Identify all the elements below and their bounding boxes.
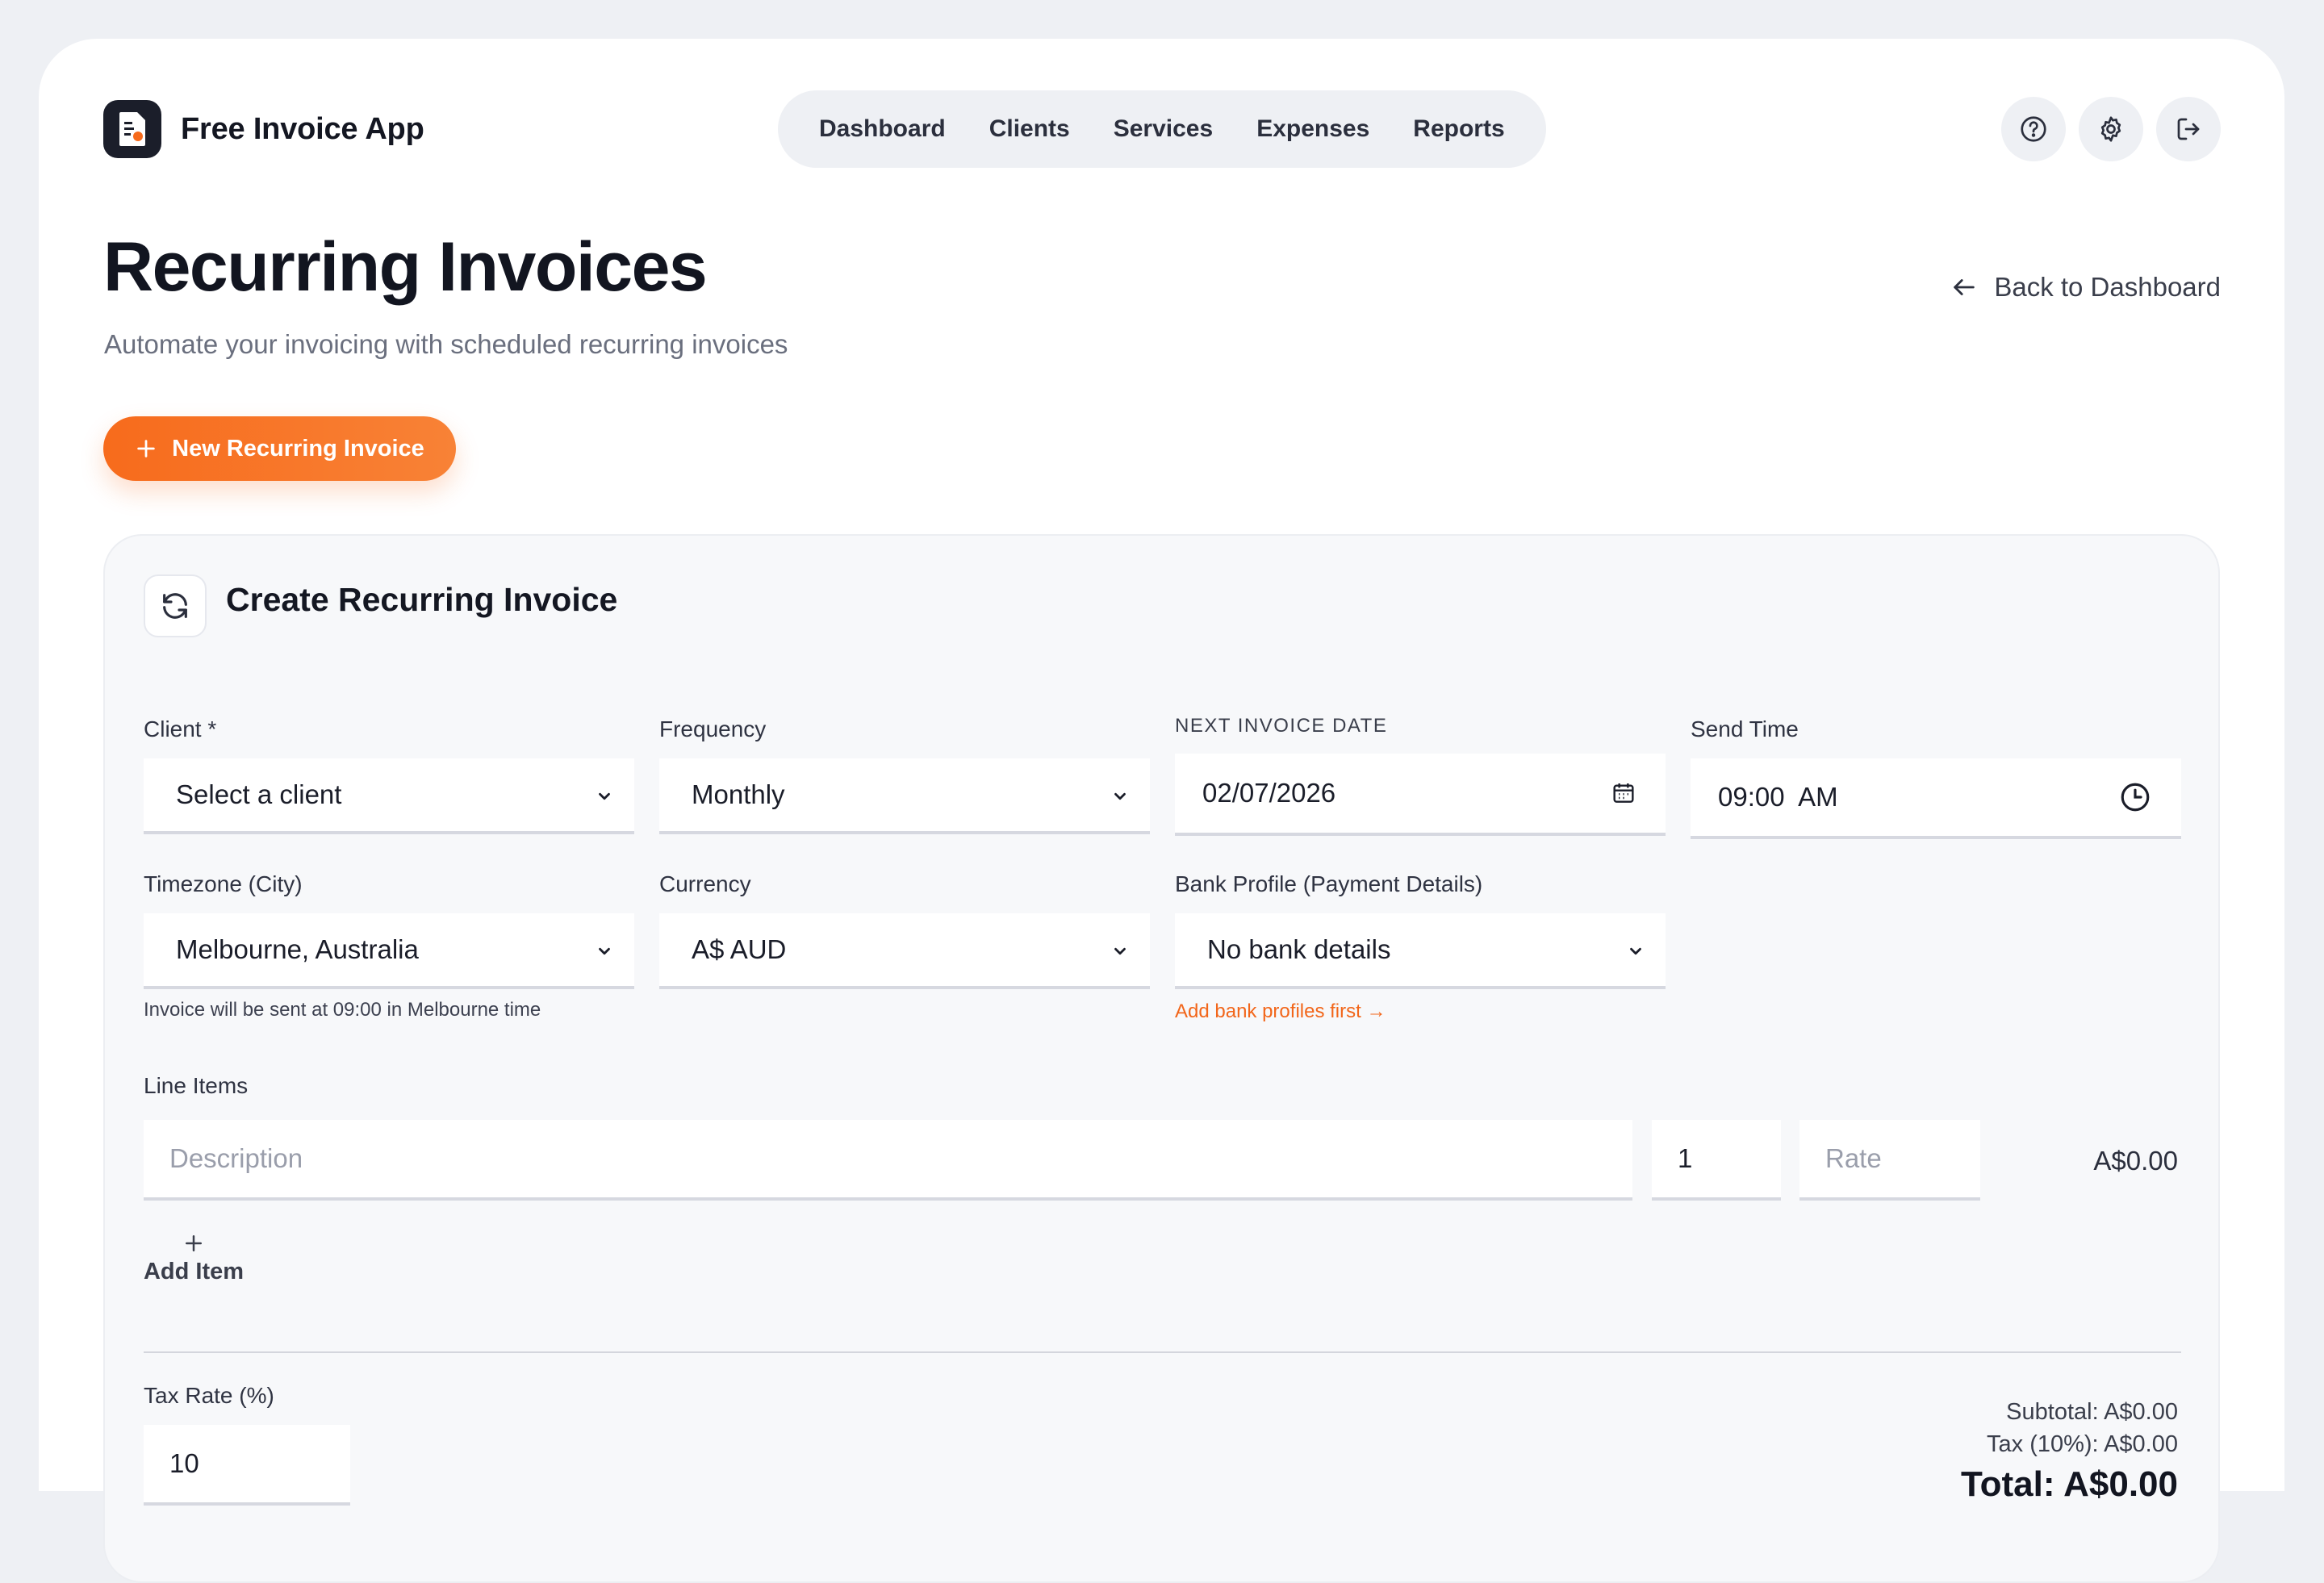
back-to-dashboard-link[interactable]: Back to Dashboard: [1950, 272, 2221, 303]
rate-placeholder: Rate: [1825, 1143, 1882, 1173]
section-divider: [144, 1351, 2181, 1353]
line-item-rate-input[interactable]: Rate: [1799, 1120, 1980, 1201]
plus-icon: [137, 440, 155, 457]
main-nav: Dashboard Clients Services Expenses Repo…: [778, 90, 1546, 168]
line-item-description-input[interactable]: Description: [144, 1120, 1632, 1201]
chevron-down-icon: [1114, 947, 1126, 955]
frequency-value: Monthly: [692, 779, 785, 809]
timezone-select[interactable]: Melbourne, Australia: [144, 913, 634, 989]
send-time-value: 09:00 AM: [1718, 782, 1838, 812]
back-link-label: Back to Dashboard: [1994, 272, 2221, 302]
tax-rate-label: Tax Rate (%): [144, 1383, 274, 1408]
chevron-down-icon: [599, 947, 610, 955]
timezone-helper: Invoice will be sent at 09:00 in Melbour…: [144, 999, 541, 1021]
add-item-button[interactable]: Add Item: [137, 1231, 250, 1285]
page-subtitle: Automate your invoicing with scheduled r…: [104, 329, 788, 359]
nav-clients[interactable]: Clients: [968, 90, 1092, 168]
grand-total: Total: A$0.00: [1961, 1464, 2178, 1504]
arrow-left-icon: [1954, 279, 1975, 295]
tax-total: Tax (10%): A$0.00: [1987, 1431, 2178, 1457]
client-select[interactable]: Select a client: [144, 758, 634, 834]
new-button-label: New Recurring Invoice: [172, 435, 424, 462]
send-time-input[interactable]: 09:00 AM: [1691, 758, 2181, 839]
line-items-label: Line Items: [144, 1073, 249, 1098]
bank-profile-select[interactable]: No bank details: [1175, 913, 1666, 989]
currency-select[interactable]: A$ AUD: [659, 913, 1150, 989]
tax-rate-input[interactable]: 10: [144, 1425, 350, 1506]
refresh-icon: [144, 574, 207, 637]
currency-value: A$ AUD: [692, 934, 787, 964]
settings-button[interactable]: [2079, 97, 2143, 161]
quantity-value: 1: [1678, 1143, 1693, 1173]
subtotal: Subtotal: A$0.00: [2006, 1399, 2178, 1425]
calendar-icon: [1613, 783, 1634, 803]
app-shell: Free Invoice App Dashboard Clients Servi…: [39, 39, 2284, 1583]
create-recurring-invoice-card: Create Recurring Invoice Client * Select…: [103, 534, 2220, 1583]
description-placeholder: Description: [169, 1143, 303, 1173]
logout-icon: [2177, 118, 2200, 140]
help-icon: [2021, 116, 2046, 142]
nav-dashboard[interactable]: Dashboard: [797, 90, 968, 168]
timezone-value: Melbourne, Australia: [176, 934, 419, 964]
tax-rate-value: 10: [169, 1448, 199, 1478]
timezone-label: Timezone (City): [144, 871, 303, 896]
client-label: Client *: [144, 716, 217, 741]
bank-profile-value: No bank details: [1207, 934, 1391, 964]
nav-expenses[interactable]: Expenses: [1235, 90, 1391, 168]
invoice-logo-icon: [103, 100, 161, 158]
line-item-amount: A$0.00: [2093, 1146, 2178, 1176]
nav-services[interactable]: Services: [1092, 90, 1235, 168]
brand[interactable]: Free Invoice App: [103, 100, 424, 158]
chevron-down-icon: [599, 792, 610, 800]
chevron-down-icon: [1114, 792, 1126, 800]
new-recurring-invoice-button[interactable]: New Recurring Invoice: [103, 416, 456, 481]
clock-icon: [2121, 783, 2150, 812]
currency-label: Currency: [659, 871, 751, 896]
nav-reports[interactable]: Reports: [1391, 90, 1526, 168]
next-invoice-date-value: 02/07/2026: [1202, 778, 1336, 808]
settings-icon: [2100, 116, 2121, 142]
next-invoice-date-label: NEXT INVOICE DATE: [1175, 715, 1388, 737]
client-value: Select a client: [176, 779, 342, 809]
card-title: Create Recurring Invoice: [226, 581, 618, 618]
add-item-label: Add Item: [143, 1259, 245, 1284]
frequency-label: Frequency: [659, 716, 767, 741]
add-bank-profiles-link[interactable]: Add bank profiles first →: [1175, 1000, 1386, 1023]
frequency-select[interactable]: Monthly: [659, 758, 1150, 834]
logout-button[interactable]: [2156, 97, 2221, 161]
next-invoice-date-input[interactable]: 02/07/2026: [1175, 754, 1666, 836]
line-item-quantity-input[interactable]: 1: [1652, 1120, 1781, 1201]
totals-summary: Subtotal: A$0.00 Tax (10%): A$0.00 Total…: [1961, 1396, 2178, 1509]
bank-profile-label: Bank Profile (Payment Details): [1175, 871, 1483, 896]
app-name: Free Invoice App: [181, 111, 424, 146]
send-time-label: Send Time: [1691, 716, 1799, 741]
chevron-down-icon: [1630, 947, 1641, 955]
help-button[interactable]: [2001, 97, 2066, 161]
page-title: Recurring Invoices: [103, 228, 708, 306]
plus-icon: [186, 1235, 202, 1251]
